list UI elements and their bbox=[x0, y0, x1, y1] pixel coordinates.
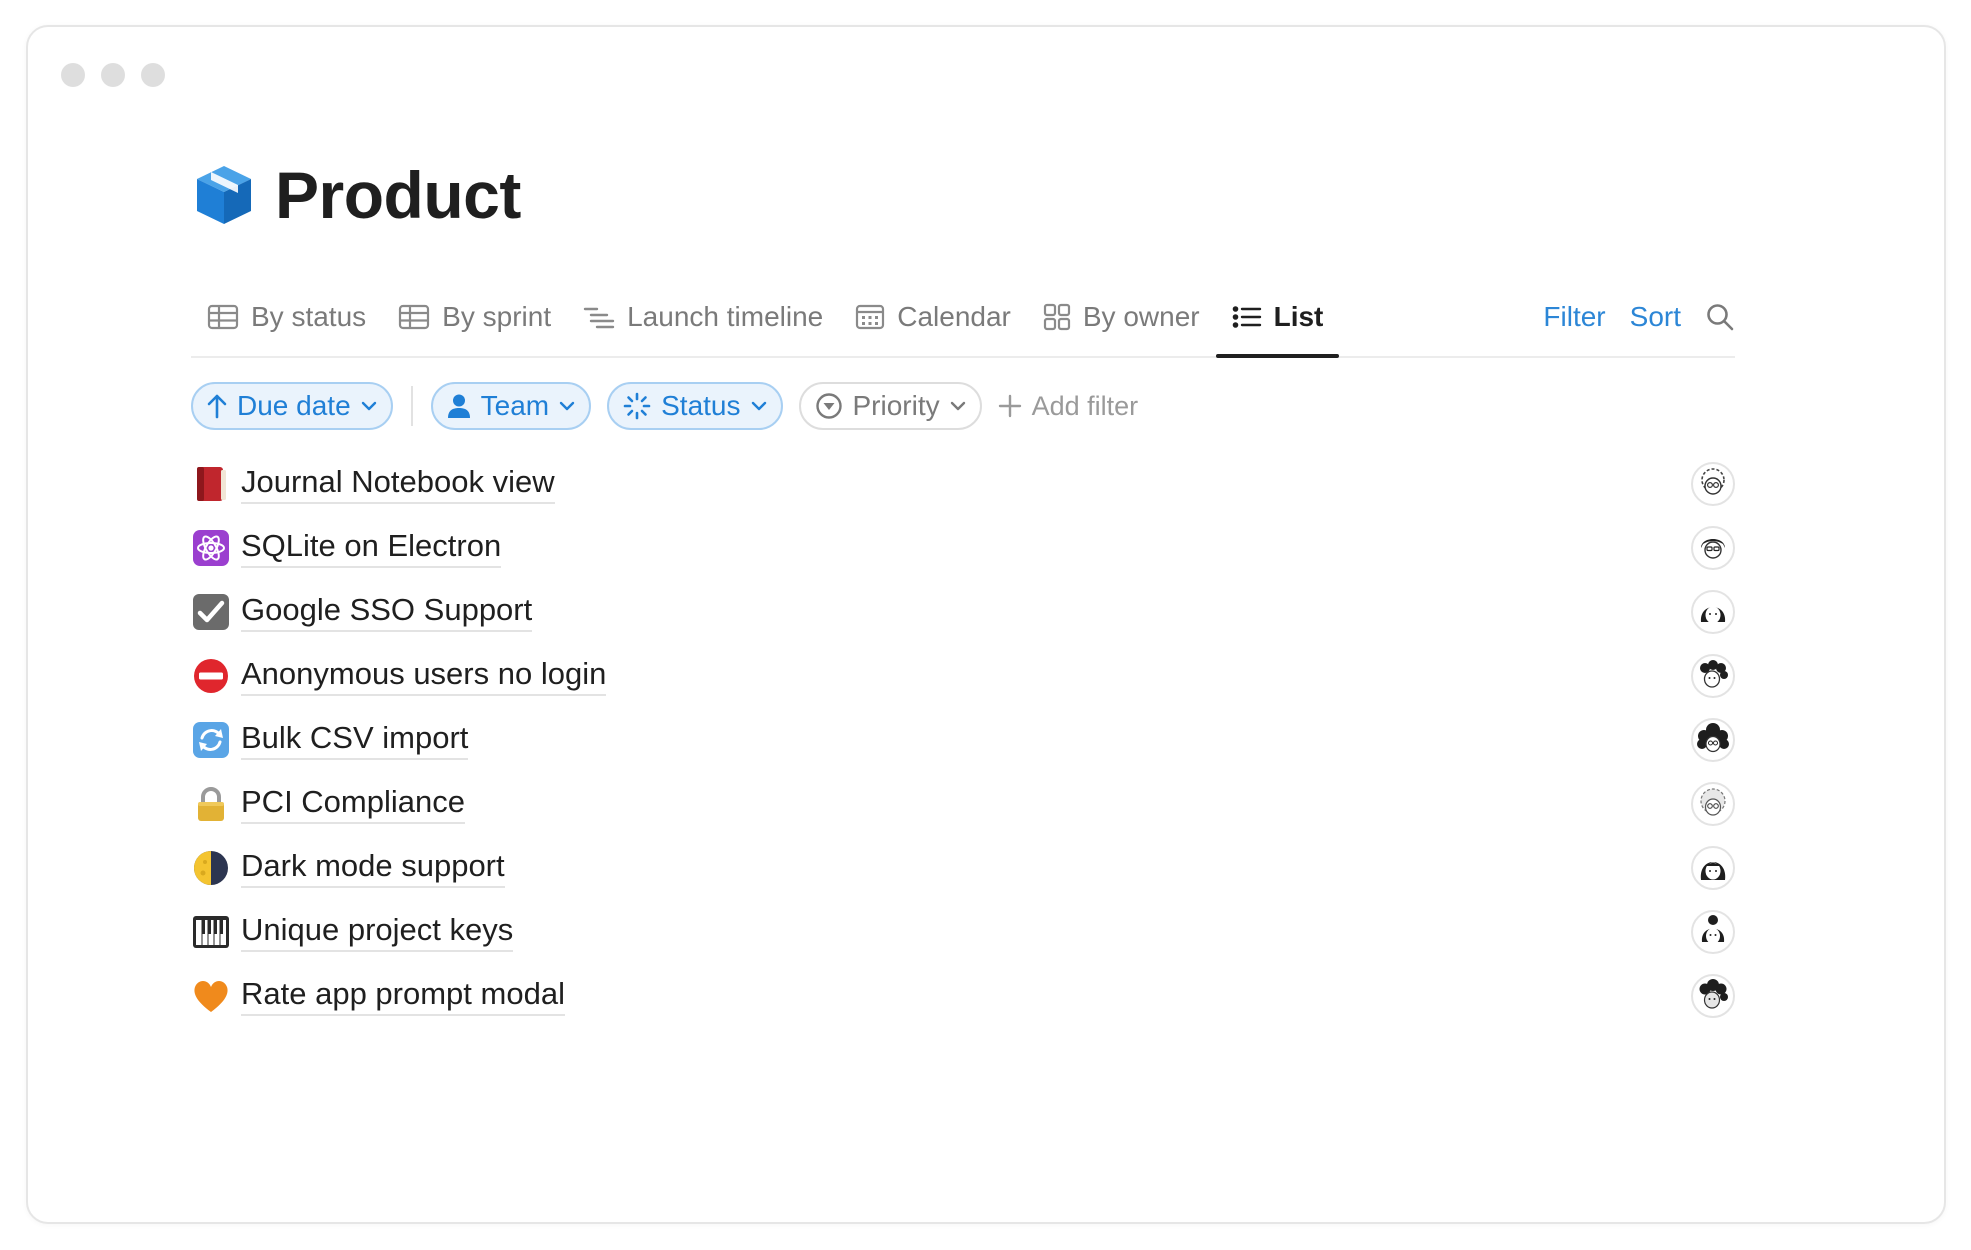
person-icon bbox=[447, 394, 470, 418]
owner-avatar[interactable] bbox=[1691, 654, 1735, 698]
list-item[interactable]: SQLite on Electron bbox=[191, 516, 1735, 580]
search-icon[interactable] bbox=[1705, 302, 1735, 332]
filter-chip-priority[interactable]: Priority bbox=[798, 382, 982, 430]
tab-label: List bbox=[1273, 301, 1324, 332]
item-title: Unique project keys bbox=[241, 912, 514, 952]
sort-button[interactable]: Sort bbox=[1630, 301, 1681, 333]
view-actions: Filter Sort bbox=[1543, 292, 1735, 342]
window-minimize-button[interactable] bbox=[101, 63, 125, 87]
orange-heart-icon bbox=[191, 976, 231, 1016]
page-title: Product bbox=[275, 158, 521, 232]
filter-chip-team[interactable]: Team bbox=[430, 382, 592, 430]
add-filter-label: Add filter bbox=[1031, 390, 1139, 421]
owner-avatar[interactable] bbox=[1691, 782, 1735, 826]
filter-chip-label: Status bbox=[661, 390, 741, 421]
chevron-down-icon bbox=[751, 401, 766, 411]
filter-bar: Due date Team Status Priority Add filter bbox=[191, 382, 1735, 430]
page-header: Product bbox=[191, 150, 1735, 240]
chevron-down-icon bbox=[950, 401, 965, 411]
filter-button[interactable]: Filter bbox=[1543, 301, 1605, 333]
list-item[interactable]: Dark mode support bbox=[191, 836, 1735, 900]
tab-label: Calendar bbox=[897, 301, 1011, 332]
filter-chip-label: Priority bbox=[852, 390, 940, 421]
padlock-icon bbox=[191, 784, 231, 824]
item-title: Journal Notebook view bbox=[241, 464, 555, 504]
filter-chip-label: Team bbox=[480, 390, 550, 421]
half-moon-icon bbox=[191, 848, 231, 888]
plus-icon bbox=[998, 394, 1021, 418]
window-zoom-button[interactable] bbox=[141, 63, 165, 87]
tab-by-sprint[interactable]: By sprint bbox=[382, 292, 567, 342]
window-close-button[interactable] bbox=[61, 63, 85, 87]
checkbox-checked-icon bbox=[191, 592, 231, 632]
owner-avatar[interactable] bbox=[1691, 462, 1735, 506]
owner-avatar[interactable] bbox=[1691, 910, 1735, 954]
owner-avatar[interactable] bbox=[1691, 846, 1735, 890]
item-title: Dark mode support bbox=[241, 848, 505, 888]
tab-label: By sprint bbox=[442, 301, 552, 332]
item-title: Bulk CSV import bbox=[241, 720, 469, 760]
priority-circle-icon bbox=[815, 393, 842, 419]
table-icon bbox=[399, 304, 430, 330]
list-item[interactable]: PCI Compliance bbox=[191, 772, 1735, 836]
refresh-arrows-icon bbox=[191, 720, 231, 760]
window-controls bbox=[61, 63, 165, 87]
owner-avatar[interactable] bbox=[1691, 590, 1735, 634]
calendar-icon bbox=[856, 304, 885, 330]
chevron-down-icon bbox=[361, 401, 376, 411]
red-book-icon bbox=[191, 464, 231, 504]
filter-chip-label: Due date bbox=[237, 390, 351, 421]
add-filter-button[interactable]: Add filter bbox=[998, 390, 1139, 422]
filter-chip-status[interactable]: Status bbox=[607, 382, 783, 430]
page-content: Product By status By sprint Launch timel… bbox=[191, 150, 1735, 1028]
timeline-icon bbox=[583, 307, 615, 329]
filter-chip-due-date[interactable]: Due date bbox=[191, 382, 393, 430]
item-title: SQLite on Electron bbox=[241, 528, 502, 568]
tab-list[interactable]: List bbox=[1215, 292, 1340, 358]
atom-symbol-icon bbox=[191, 528, 231, 568]
owner-avatar[interactable] bbox=[1691, 526, 1735, 570]
board-grid-icon bbox=[1043, 303, 1070, 331]
list-item[interactable]: Bulk CSV import bbox=[191, 708, 1735, 772]
list-item[interactable]: Journal Notebook view bbox=[191, 452, 1735, 516]
item-title: Google SSO Support bbox=[241, 592, 533, 632]
item-title: Rate app prompt modal bbox=[241, 976, 565, 1016]
filter-divider bbox=[410, 386, 413, 426]
tab-label: Launch timeline bbox=[627, 301, 824, 332]
package-cube-icon bbox=[197, 166, 251, 224]
arrow-up-icon bbox=[207, 394, 227, 419]
list-item[interactable]: Unique project keys bbox=[191, 900, 1735, 964]
item-list: Journal Notebook view SQLite on Electron… bbox=[191, 452, 1735, 1028]
piano-keys-icon bbox=[191, 912, 231, 952]
tab-label: By status bbox=[251, 301, 367, 332]
tab-launch-timeline[interactable]: Launch timeline bbox=[567, 292, 839, 342]
tab-by-owner[interactable]: By owner bbox=[1027, 292, 1216, 342]
tab-label: By owner bbox=[1082, 301, 1200, 332]
tab-by-status[interactable]: By status bbox=[191, 292, 382, 342]
view-tabs: By status By sprint Launch timeline Cale… bbox=[191, 292, 1735, 358]
item-title: PCI Compliance bbox=[241, 784, 465, 824]
list-item[interactable]: Anonymous users no login bbox=[191, 644, 1735, 708]
owner-avatar[interactable] bbox=[1691, 974, 1735, 1018]
status-spinner-icon bbox=[623, 392, 651, 420]
tab-calendar[interactable]: Calendar bbox=[839, 292, 1027, 342]
item-title: Anonymous users no login bbox=[241, 656, 607, 696]
table-icon bbox=[207, 304, 239, 330]
chevron-down-icon bbox=[559, 401, 575, 411]
list-item[interactable]: Rate app prompt modal bbox=[191, 964, 1735, 1028]
list-icon bbox=[1232, 306, 1261, 328]
no-entry-icon bbox=[191, 656, 231, 696]
owner-avatar[interactable] bbox=[1691, 718, 1735, 762]
list-item[interactable]: Google SSO Support bbox=[191, 580, 1735, 644]
